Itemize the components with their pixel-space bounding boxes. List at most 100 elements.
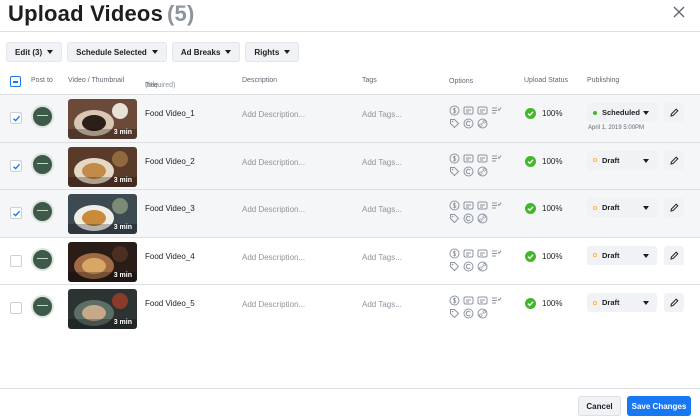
cancel-button[interactable]: Cancel <box>578 396 621 416</box>
video-duration: 3 min <box>113 176 132 184</box>
publishing-dropdown[interactable]: Draft <box>587 293 657 312</box>
copyright-icon[interactable] <box>463 166 474 177</box>
col-title-required: (required) <box>145 82 176 89</box>
row-checkbox[interactable] <box>10 207 22 219</box>
playlist-icon[interactable] <box>491 295 502 306</box>
link-icon[interactable] <box>477 308 488 319</box>
edit-video-button[interactable] <box>664 293 684 312</box>
video-title-input[interactable]: Food Video_2 <box>145 157 195 166</box>
schedule-selected-dropdown[interactable]: Schedule Selected <box>67 42 167 62</box>
col-options: Options <box>449 78 474 85</box>
video-thumbnail[interactable]: 3 min <box>68 194 137 234</box>
ad-breaks-dropdown[interactable]: Ad Breaks <box>171 42 241 62</box>
tags-input[interactable]: Add Tags... <box>362 300 402 309</box>
video-thumbnail[interactable]: 3 min <box>68 146 137 187</box>
rights-dropdown[interactable]: Rights <box>245 42 300 62</box>
edit-dropdown[interactable]: Edit (3) <box>6 42 63 62</box>
tag-icon[interactable] <box>449 166 460 177</box>
edit-video-button[interactable] <box>664 150 684 170</box>
copyright-icon[interactable] <box>463 308 474 319</box>
video-title-input[interactable]: Food Video_3 <box>145 204 195 213</box>
video-title-input[interactable]: Food Video_4 <box>145 252 195 261</box>
row-checkbox[interactable] <box>10 254 22 267</box>
edit-video-button[interactable] <box>664 245 684 265</box>
publishing-status: Scheduled <box>602 108 640 117</box>
pencil-icon <box>670 108 679 117</box>
video-thumbnail[interactable]: 3 min <box>68 289 137 329</box>
copyright-icon[interactable] <box>463 118 474 129</box>
captions-icon[interactable] <box>477 200 488 211</box>
publishing-dropdown[interactable]: Draft <box>587 245 657 265</box>
subtitles-icon[interactable] <box>463 295 474 306</box>
description-input[interactable]: Add Description... <box>242 158 305 167</box>
playlist-icon[interactable] <box>491 153 502 164</box>
description-input[interactable]: Add Description... <box>242 300 305 309</box>
monetization-icon[interactable] <box>449 248 460 259</box>
subtitles-icon[interactable] <box>463 248 474 259</box>
page-avatar <box>31 247 54 271</box>
link-icon[interactable] <box>477 166 488 177</box>
monetization-icon[interactable] <box>449 200 460 211</box>
subtitles-icon[interactable] <box>463 200 474 211</box>
video-title-input[interactable]: Food Video_1 <box>145 109 195 118</box>
playlist-icon[interactable] <box>491 248 502 259</box>
monetization-icon[interactable] <box>449 153 460 164</box>
playlist-icon[interactable] <box>491 200 502 211</box>
save-changes-button[interactable]: Save Changes <box>627 396 691 416</box>
publishing-status: Draft <box>602 298 620 307</box>
description-input[interactable]: Add Description... <box>242 110 305 119</box>
video-duration: 3 min <box>113 224 132 231</box>
scheduled-date: April 1, 2019 5:00PM <box>588 125 645 131</box>
captions-icon[interactable] <box>477 153 488 164</box>
close-icon[interactable] <box>672 5 688 21</box>
edit-video-button[interactable] <box>664 198 684 217</box>
monetization-icon[interactable] <box>449 295 460 306</box>
check-circle-icon <box>525 108 536 119</box>
link-icon[interactable] <box>477 118 488 129</box>
rights-label: Rights <box>254 47 280 57</box>
tag-icon[interactable] <box>449 118 460 129</box>
page-avatar <box>31 200 54 223</box>
row-checkbox[interactable] <box>10 302 22 314</box>
col-description: Description <box>242 77 278 84</box>
tags-input[interactable]: Add Tags... <box>362 110 402 119</box>
status-dot <box>593 110 597 115</box>
edit-video-button[interactable] <box>664 103 684 122</box>
video-thumbnail[interactable]: 3 min <box>68 99 137 139</box>
tags-input[interactable]: Add Tags... <box>362 158 402 167</box>
tag-icon[interactable] <box>449 308 460 319</box>
monetization-icon[interactable] <box>449 105 460 116</box>
title-text: Upload Videos <box>8 1 163 26</box>
description-input[interactable]: Add Description... <box>242 253 305 262</box>
table-row: 3 min Food Video_3 Add Description... Ad… <box>0 189 700 237</box>
row-checkbox[interactable] <box>10 159 22 172</box>
check-circle-icon <box>525 155 536 167</box>
tag-icon[interactable] <box>449 261 460 272</box>
video-title-input[interactable]: Food Video_5 <box>145 299 195 308</box>
upload-status: 100% <box>525 108 562 119</box>
pencil-icon <box>670 155 679 165</box>
select-all-checkbox[interactable] <box>10 76 21 87</box>
video-thumbnail[interactable]: 3 min <box>68 241 137 282</box>
link-icon[interactable] <box>477 261 488 272</box>
publishing-dropdown[interactable]: Scheduled <box>587 103 657 122</box>
row-checkbox[interactable] <box>10 112 22 124</box>
publishing-dropdown[interactable]: Draft <box>587 150 657 170</box>
publishing-dropdown[interactable]: Draft <box>587 198 657 217</box>
copyright-icon[interactable] <box>463 213 474 224</box>
subtitles-icon[interactable] <box>463 153 474 164</box>
copyright-icon[interactable] <box>463 261 474 272</box>
captions-icon[interactable] <box>477 105 488 116</box>
tag-icon[interactable] <box>449 213 460 224</box>
video-duration: 3 min <box>113 129 132 136</box>
tags-input[interactable]: Add Tags... <box>362 205 402 214</box>
table-row: 3 min Food Video_5 Add Description... Ad… <box>0 284 700 332</box>
subtitles-icon[interactable] <box>463 105 474 116</box>
captions-icon[interactable] <box>477 295 488 306</box>
link-icon[interactable] <box>477 213 488 224</box>
description-input[interactable]: Add Description... <box>242 205 305 214</box>
playlist-icon[interactable] <box>491 105 502 116</box>
video-count: (5) <box>167 1 195 26</box>
tags-input[interactable]: Add Tags... <box>362 253 402 262</box>
captions-icon[interactable] <box>477 248 488 259</box>
